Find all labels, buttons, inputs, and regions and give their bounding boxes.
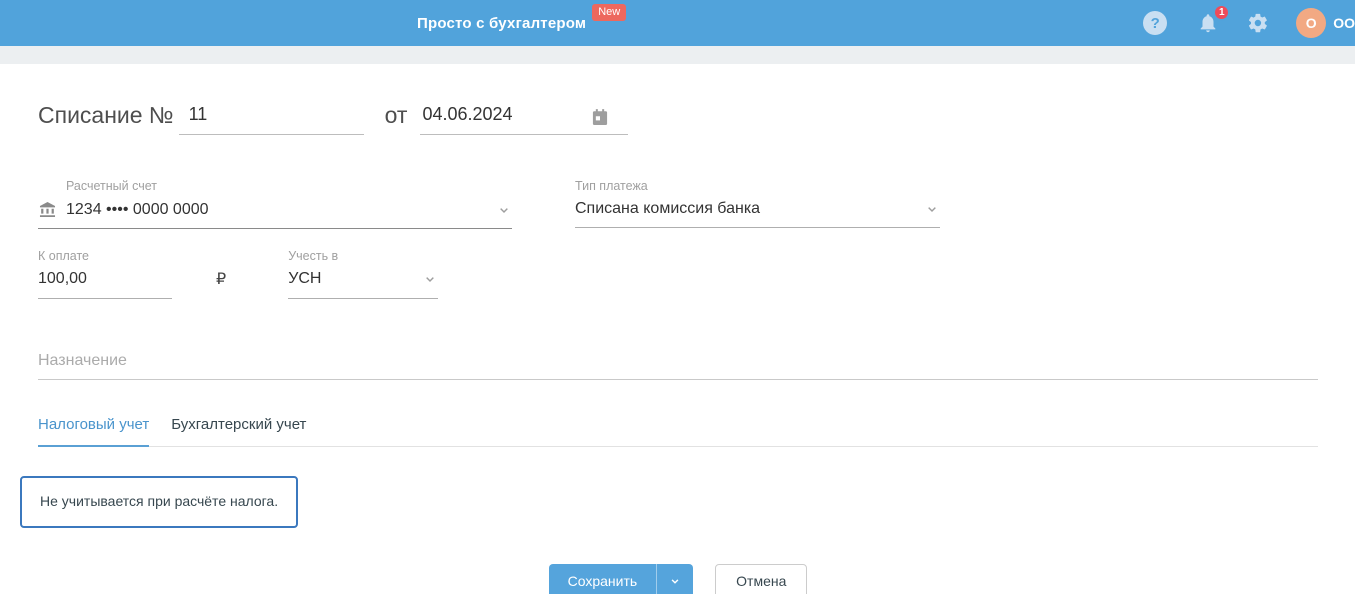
chevron-down-icon	[928, 207, 936, 213]
tax-notice-text: Не учитывается при расчёте налога.	[40, 493, 279, 509]
regime-label: Учесть в	[288, 249, 339, 263]
tab-book-accounting[interactable]: Бухгалтерский учет	[171, 416, 306, 446]
regime-select[interactable]: УСН	[288, 270, 439, 299]
chevron-down-icon	[500, 207, 508, 213]
chevron-down-icon	[671, 579, 679, 584]
account-paytype-row: Расчетный счет 1234 •••• 0000 0000 Тип п…	[38, 179, 1318, 229]
avatar: O	[1296, 8, 1327, 38]
purpose-input[interactable]	[38, 352, 1318, 380]
account-value: 1234 •••• 0000 0000	[66, 200, 209, 218]
bank-icon	[38, 200, 57, 219]
account-field-group: Расчетный счет 1234 •••• 0000 0000	[38, 179, 512, 229]
ruble-sign: ₽	[216, 271, 227, 288]
date-input[interactable]	[420, 104, 591, 134]
account-label: Расчетный счет	[66, 179, 157, 193]
form-actions: Сохранить Отмена	[38, 564, 1318, 594]
help-button[interactable]: ?	[1142, 10, 1168, 36]
notification-count-badge: 1	[1213, 4, 1231, 21]
app-title-group: Просто с бухгалтером New	[417, 0, 627, 46]
account-menu[interactable]: O ОО	[1296, 8, 1355, 38]
save-button[interactable]: Сохранить	[548, 564, 657, 594]
subheader-strip	[0, 46, 1355, 64]
cancel-button[interactable]: Отмена	[715, 564, 808, 594]
chevron-down-icon	[426, 277, 435, 283]
amount-label: К оплате	[38, 249, 89, 263]
settings-button[interactable]	[1245, 10, 1271, 36]
notifications-button[interactable]: 1	[1195, 4, 1231, 36]
page-title: Списание №	[38, 102, 174, 128]
paytype-field-group: Тип платежа Списана комиссия банка	[575, 179, 940, 229]
tax-notice-box: Не учитывается при расчёте налога.	[20, 476, 299, 528]
app-title: Просто с бухгалтером	[417, 14, 587, 32]
date-picker-button[interactable]	[590, 107, 610, 134]
save-split-button: Сохранить	[548, 564, 694, 594]
app-header: Просто с бухгалтером New ? 1 O ОО	[0, 0, 1355, 46]
help-icon: ?	[1143, 11, 1168, 35]
gear-icon	[1249, 13, 1268, 33]
header-actions: ? 1 O ОО	[1142, 0, 1355, 46]
regime-field-group: Учесть в УСН	[288, 249, 439, 299]
date-preposition: от	[384, 102, 408, 128]
doc-number-input[interactable]	[178, 104, 364, 135]
amount-field-group: К оплате	[38, 249, 172, 299]
account-name: ОО	[1333, 15, 1355, 31]
amount-regime-row: К оплате ₽ Учесть в УСН	[38, 249, 1318, 299]
writeoff-form: Списание № от Расчетный счет	[0, 64, 1355, 594]
purpose-field-group	[38, 352, 1318, 380]
new-badge: New	[592, 4, 627, 21]
calendar-icon	[593, 109, 608, 125]
regime-value: УСН	[288, 270, 322, 287]
tabs: Налоговый учет Бухгалтерский учет	[38, 416, 1318, 447]
paytype-value: Списана комиссия банка	[575, 200, 761, 217]
amount-input[interactable]	[38, 270, 172, 299]
date-field	[420, 104, 629, 135]
tab-tax-accounting[interactable]: Налоговый учет	[38, 416, 150, 447]
paytype-label: Тип платежа	[575, 179, 648, 193]
document-title-row: Списание № от	[38, 102, 1318, 135]
account-select[interactable]: 1234 •••• 0000 0000	[38, 200, 512, 229]
save-options-button[interactable]	[656, 564, 694, 594]
paytype-select[interactable]: Списана комиссия банка	[575, 200, 940, 228]
